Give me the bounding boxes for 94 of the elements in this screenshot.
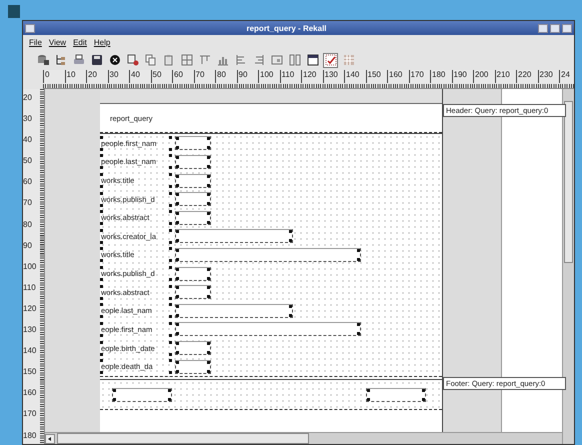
paste-icon (162, 54, 174, 66)
menu-item[interactable]: File (29, 38, 42, 47)
data-field[interactable] (175, 266, 211, 281)
ruler-number: 130 (23, 325, 38, 336)
data-field[interactable] (175, 304, 293, 318)
frame-icon (270, 54, 282, 66)
ruler-number: 30 (108, 70, 129, 83)
toolbar-button[interactable] (323, 52, 338, 68)
ruler-number: 80 (215, 70, 236, 83)
scrollbar-thumb[interactable] (57, 433, 309, 444)
data-field[interactable] (112, 388, 172, 402)
data-field[interactable] (175, 154, 211, 169)
ruler-number: 230 (538, 70, 559, 83)
ruler-number: 140 (23, 346, 38, 358)
window-icon (306, 54, 318, 66)
data-field[interactable] (175, 322, 361, 336)
printer-icon (72, 54, 84, 66)
ruler-number: 170 (408, 70, 430, 83)
ruler-number: 160 (387, 70, 408, 83)
data-field[interactable] (175, 285, 211, 300)
toolbar-button[interactable] (305, 52, 320, 68)
data-field[interactable] (175, 174, 211, 188)
ruler-number: 100 (258, 70, 280, 83)
chart-icon (216, 54, 228, 66)
ruler-number: 160 (23, 388, 38, 400)
ruler-number: 110 (280, 70, 301, 83)
columns-icon (288, 54, 300, 66)
toolbar-button[interactable] (107, 52, 122, 68)
toolbar-button[interactable] (89, 52, 104, 68)
ruler-number: 50 (23, 156, 33, 168)
ruler-number: 50 (150, 70, 172, 83)
ruler-number: 90 (236, 70, 258, 83)
ruler-number: 150 (366, 70, 387, 83)
toolbar-button[interactable] (125, 52, 140, 68)
ruler-number: 90 (23, 240, 33, 252)
menu-item[interactable]: Edit (73, 38, 87, 47)
ruler-number: 180 (23, 430, 38, 442)
desktop-tile (8, 5, 20, 18)
menu-item[interactable]: View (48, 38, 66, 47)
ruler-number: 120 (23, 304, 38, 315)
ruler-number: 180 (430, 70, 452, 83)
ruler-number: 130 (322, 70, 344, 83)
ruler-number: 210 (494, 70, 516, 83)
minimize-button[interactable] (538, 24, 548, 32)
ruler-number: 0 (43, 70, 64, 83)
ruler-number: 140 (344, 70, 366, 83)
ruler-number: 30 (23, 114, 33, 126)
menu-item[interactable]: Help (94, 38, 110, 47)
ruler-number: 120 (301, 70, 322, 83)
data-field[interactable] (175, 229, 293, 244)
window-menu-button[interactable] (25, 24, 35, 32)
dot-grid-icon (342, 54, 354, 66)
ruler-number: 110 (23, 282, 37, 294)
ruler-number: 80 (23, 220, 33, 231)
data-field[interactable] (366, 388, 426, 402)
ruler-number: 170 (23, 409, 38, 420)
scrollbar-thumb[interactable] (564, 101, 573, 263)
ruler-number: 70 (23, 198, 33, 210)
ruler-number: 40 (23, 135, 33, 146)
window-title: report_query - Rekall (245, 24, 328, 32)
ruler-number: 190 (452, 70, 473, 83)
ruler-number: 150 (23, 367, 38, 378)
data-field[interactable] (175, 136, 211, 150)
properties-icon (126, 54, 138, 66)
ruler-number: 20 (86, 70, 108, 83)
bars-icon (198, 54, 210, 66)
ruler-number: 200 (473, 70, 494, 83)
ruler-number: 60 (23, 177, 33, 188)
horizontal-scrollbar[interactable] (45, 432, 562, 444)
toolbar-button[interactable] (35, 52, 50, 68)
vertical-scrollbar[interactable] (562, 89, 574, 444)
grid-icon (180, 54, 192, 66)
maximize-button[interactable] (550, 24, 560, 32)
data-field[interactable] (175, 210, 211, 225)
ruler-number: 10 (64, 70, 86, 83)
data-field[interactable] (175, 192, 211, 206)
check-grid-icon (324, 54, 336, 66)
ruler-number: 24 (559, 70, 580, 83)
data-field[interactable] (175, 360, 211, 374)
copy-icon (144, 54, 156, 66)
close-button[interactable] (562, 24, 572, 32)
align-left-icon (234, 54, 246, 66)
data-field[interactable] (175, 248, 361, 262)
tree-icon (54, 54, 66, 66)
ruler-number: 70 (194, 70, 215, 83)
ruler-number: 40 (129, 70, 150, 83)
stop-icon (108, 54, 120, 66)
ruler-number: 100 (23, 262, 38, 273)
data-field[interactable] (175, 341, 211, 355)
ruler-number: 20 (23, 93, 33, 104)
align-right-icon (252, 54, 264, 66)
ruler-number: 220 (516, 70, 538, 83)
database-icon (36, 54, 48, 66)
ruler-number: 60 (172, 70, 194, 83)
